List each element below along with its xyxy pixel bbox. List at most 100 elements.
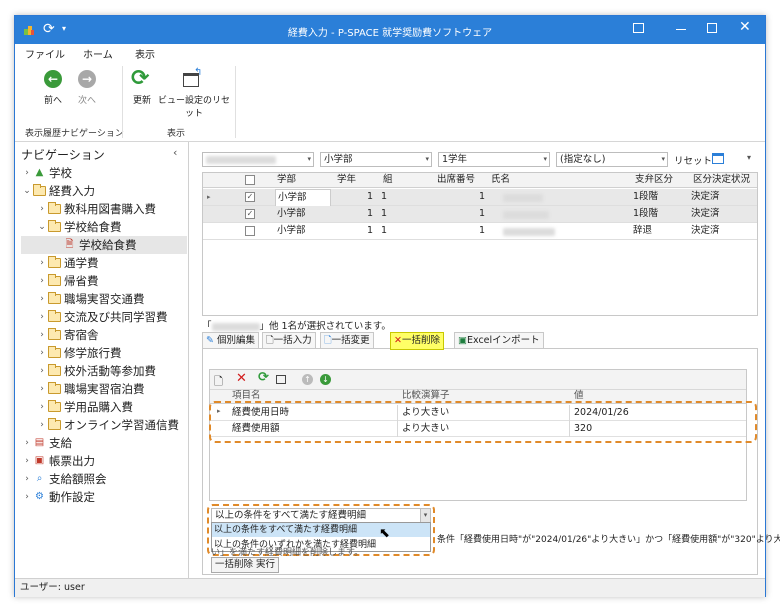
- nav-item[interactable]: › 通学費: [21, 254, 187, 272]
- chevron-down-icon[interactable]: ⌄: [21, 182, 33, 200]
- tab-individual-edit[interactable]: ✎ 個別編集: [202, 332, 260, 348]
- nav-item[interactable]: › ▲ 学校: [21, 164, 187, 182]
- chevron-right-icon[interactable]: ›: [21, 488, 33, 506]
- table-row[interactable]: ▸ ✓ 小学部 1 1 1 1段階 決定済: [203, 189, 757, 207]
- chevron-right-icon[interactable]: ›: [21, 452, 33, 470]
- cell-num: 1: [478, 208, 485, 219]
- nav-item[interactable]: › ⚙ 動作設定: [21, 488, 187, 506]
- col-header[interactable]: 区分決定状況: [693, 172, 750, 188]
- nav-item[interactable]: ⌄ 経費入力: [21, 182, 187, 200]
- chevron-right-icon[interactable]: ›: [36, 290, 48, 308]
- nav-item[interactable]: › ⌕ 支給額照会: [21, 470, 187, 488]
- category-combo[interactable]: (指定なし) ▾: [556, 152, 668, 167]
- edit-document-icon: 🗋: [324, 335, 332, 346]
- department-combo[interactable]: 小学部 ▾: [320, 152, 432, 167]
- col-header[interactable]: 出席番号: [437, 172, 475, 188]
- nav-item[interactable]: › 修学旅行費: [21, 344, 187, 362]
- nav-item[interactable]: › 職場実習交通費: [21, 290, 187, 308]
- nav-item[interactable]: ⌄ 学校給食費: [21, 218, 187, 236]
- grade-combo[interactable]: 1学年 ▾: [438, 152, 550, 167]
- blurred-student-name: [503, 228, 555, 236]
- refresh-button[interactable]: ⟳ 更新: [127, 66, 157, 110]
- tab-bulk-input[interactable]: 🗋一括入力: [262, 332, 316, 348]
- chevron-down-icon[interactable]: ▾: [747, 153, 751, 162]
- export-icon[interactable]: [276, 375, 286, 384]
- nav-item[interactable]: › 教科用図書購入費: [21, 200, 187, 218]
- maximize-icon[interactable]: [707, 23, 717, 33]
- col-header[interactable]: 氏名: [491, 172, 510, 188]
- chevron-right-icon[interactable]: ›: [21, 434, 33, 452]
- tab-excel-import[interactable]: ▣Excelインポート: [454, 332, 544, 348]
- move-up-icon[interactable]: ↑: [302, 374, 313, 385]
- execute-delete-button[interactable]: 一括削除 実行: [211, 557, 280, 573]
- tab-bulk-delete[interactable]: ✕一括削除: [390, 332, 444, 350]
- group-label-history: 表示履歴ナビゲーション: [25, 129, 124, 139]
- condition-toolbar: 🗋 ✕ ⟳ ↑ ↓: [210, 370, 746, 390]
- nav-item[interactable]: › 交流及び共同学習費: [21, 308, 187, 326]
- cell-class: 1: [381, 191, 388, 202]
- chevron-right-icon[interactable]: ›: [36, 308, 48, 326]
- chevron-right-icon[interactable]: ›: [36, 380, 48, 398]
- row-checkbox[interactable]: ✓: [245, 209, 255, 219]
- nav-item[interactable]: 🗎 学校給食費: [21, 236, 187, 254]
- cell-dept: 小学部: [277, 225, 306, 236]
- col-header[interactable]: 組: [383, 172, 393, 188]
- refresh-large-icon: ⟳: [131, 66, 150, 91]
- reset-filter-button[interactable]: リセット: [674, 153, 712, 167]
- chevron-right-icon[interactable]: ›: [36, 272, 48, 290]
- minimize-icon[interactable]: [676, 29, 686, 30]
- layout-icon[interactable]: [712, 153, 724, 164]
- chevron-right-icon[interactable]: ›: [36, 254, 48, 272]
- nav-item[interactable]: › 校外活動等参加費: [21, 362, 187, 380]
- back-button[interactable]: ← 前へ: [35, 70, 71, 110]
- chevron-right-icon[interactable]: ›: [36, 344, 48, 362]
- nav-item-label: 職場実習交通費: [64, 292, 145, 306]
- ribbon-display-icon[interactable]: [633, 23, 644, 33]
- nav-item[interactable]: › 学用品購入費: [21, 398, 187, 416]
- forward-button[interactable]: → 次へ: [69, 70, 105, 110]
- nav-item[interactable]: › 職場実習宿泊費: [21, 380, 187, 398]
- school-combo[interactable]: ▾: [202, 152, 314, 167]
- collapse-pane-icon[interactable]: ‹: [173, 146, 177, 159]
- reset-view-button[interactable]: ↰ ビュー設定のリセット: [157, 67, 231, 119]
- chevron-right-icon[interactable]: ›: [36, 416, 48, 434]
- table-row[interactable]: 小学部 1 1 1 辞退 決定済: [203, 223, 757, 240]
- folder-icon: [48, 202, 61, 214]
- col-header[interactable]: 学年: [337, 172, 356, 188]
- chevron-right-icon[interactable]: ›: [36, 398, 48, 416]
- chevron-right-icon[interactable]: ›: [21, 470, 33, 488]
- cell-kubun: 1段階: [633, 191, 659, 202]
- select-all-checkbox[interactable]: [245, 175, 255, 185]
- tab-file[interactable]: ファイル: [25, 46, 65, 61]
- nav-item[interactable]: › ▣ 帳票出力: [21, 452, 187, 470]
- chevron-right-icon[interactable]: ›: [21, 164, 33, 182]
- status-bar: ユーザー: user: [15, 578, 765, 597]
- chevron-down-icon[interactable]: ⌄: [36, 218, 48, 236]
- nav-item-label: 修学旅行費: [64, 346, 122, 360]
- tab-label: 一括削除: [401, 335, 440, 346]
- nav-item[interactable]: › 寄宿舎: [21, 326, 187, 344]
- main-content: ▾ 小学部 ▾ 1学年 ▾ (指定なし) ▾ リセット ▾ 学部 学年 組 出席番号 …: [190, 142, 780, 578]
- close-icon[interactable]: ✕: [739, 19, 751, 35]
- row-checkbox[interactable]: [245, 226, 255, 236]
- col-header[interactable]: 学部: [277, 172, 296, 188]
- chevron-right-icon[interactable]: ›: [36, 200, 48, 218]
- nav-item[interactable]: › 帰省費: [21, 272, 187, 290]
- table-row[interactable]: ✓ 小学部 1 1 1 1段階 決定済: [203, 206, 757, 223]
- nav-item-label: 教科用図書購入費: [64, 202, 156, 216]
- row-checkbox[interactable]: ✓: [245, 192, 255, 202]
- cell-status: 決定済: [691, 208, 720, 219]
- tab-bulk-change[interactable]: 🗋一括変更: [320, 332, 374, 348]
- folder-icon: [48, 364, 61, 376]
- chevron-right-icon[interactable]: ›: [36, 362, 48, 380]
- nav-item[interactable]: › オンライン学習通信費: [21, 416, 187, 434]
- tab-view[interactable]: 表示: [135, 46, 155, 61]
- refresh-icon[interactable]: ⟳: [258, 370, 269, 385]
- col-header[interactable]: 支弁区分: [635, 172, 673, 188]
- delete-row-icon[interactable]: ✕: [236, 371, 247, 386]
- nav-item[interactable]: › ▤ 支給: [21, 434, 187, 452]
- row-indicator-icon: ▸: [207, 193, 211, 201]
- reset-view-label: ビュー設定のリセット: [157, 96, 230, 119]
- chevron-right-icon[interactable]: ›: [36, 326, 48, 344]
- move-down-icon[interactable]: ↓: [320, 374, 331, 385]
